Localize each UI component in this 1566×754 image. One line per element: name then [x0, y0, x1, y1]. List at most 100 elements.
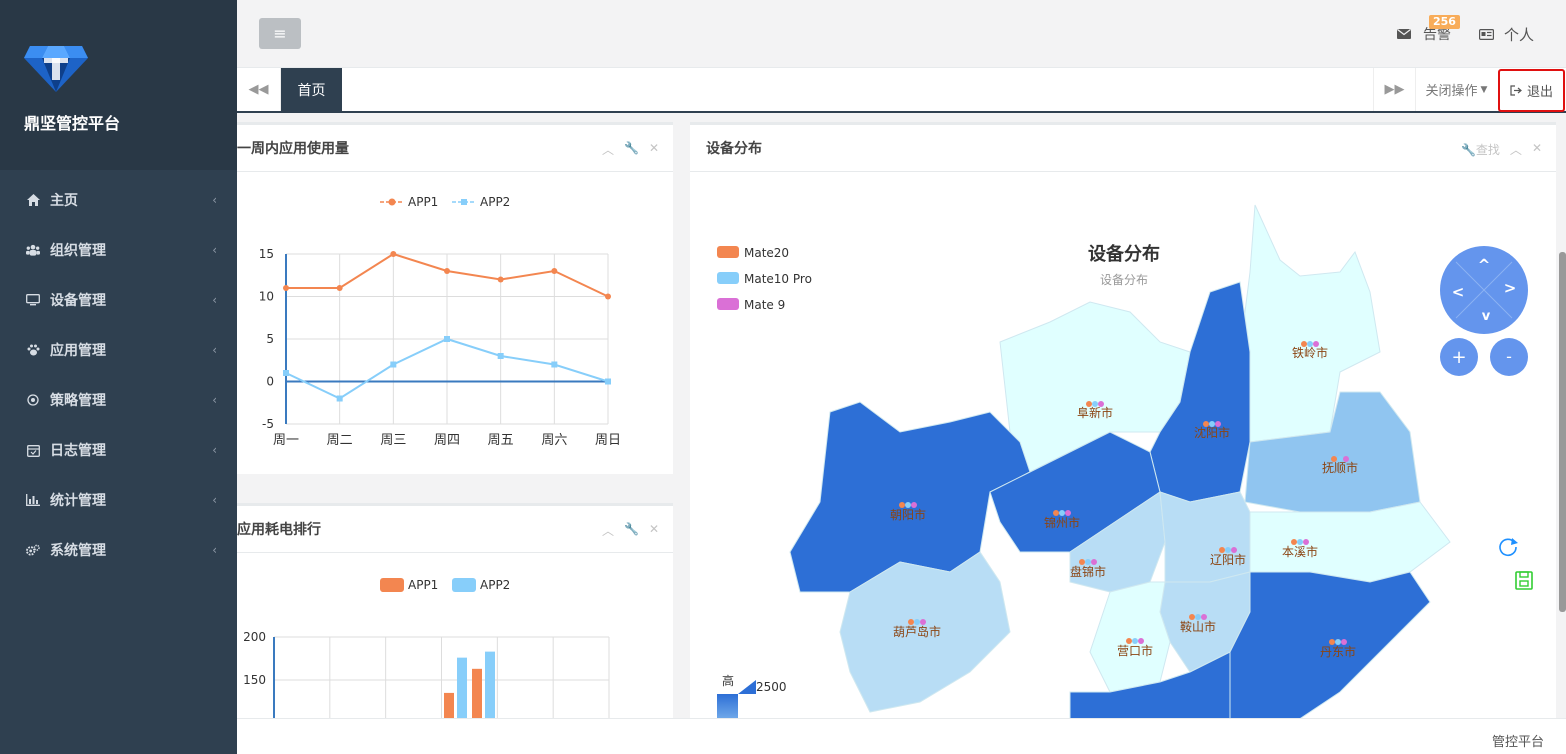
map-dot-Mate10 Pro — [1209, 421, 1215, 427]
data-point-APP2 — [390, 361, 397, 368]
map-dot-Mate10 Pro — [1059, 510, 1065, 516]
legend-label-Mate20: Mate20 — [744, 246, 789, 260]
map-label-panjin: 盘锦市 — [1070, 564, 1106, 579]
map-region-benxi[interactable] — [1249, 501, 1451, 583]
legend-marker-Mate 9 — [717, 298, 739, 310]
collapse-icon[interactable]: ︿ — [602, 141, 614, 158]
tab-scroll-left-button[interactable]: ◀◀ — [237, 68, 281, 111]
sidebar-item-org[interactable]: 组织管理 ‹ — [0, 225, 237, 275]
sidebar-item-log[interactable]: 日志管理 ‹ — [0, 425, 237, 475]
footer: 管控平台 — [237, 718, 1566, 754]
pan-right-icon[interactable]: > — [1504, 279, 1517, 297]
sidebar-item-policy[interactable]: 策略管理 ‹ — [0, 375, 237, 425]
logout-button[interactable]: 退出 — [1498, 69, 1565, 112]
plus-icon: + — [1451, 347, 1466, 368]
map-label-shenyang: 沈阳市 — [1194, 425, 1230, 440]
tab-home[interactable]: 首页 — [281, 68, 342, 111]
logo-icon — [24, 46, 88, 92]
close-icon[interactable]: ✕ — [649, 522, 659, 539]
map-dot-Mate20 — [899, 502, 905, 508]
map-dot-Mate10 Pro — [1297, 539, 1303, 545]
map-label-huludao: 葫芦岛市 — [893, 624, 941, 639]
legend-label-Mate 9: Mate 9 — [744, 298, 785, 312]
x-tick-label: 周二 — [327, 433, 353, 448]
map-dot-Mate 9 — [1065, 510, 1071, 516]
map-dot-Mate20 — [1291, 539, 1297, 545]
gears-icon — [26, 543, 40, 557]
data-point-APP2 — [444, 336, 450, 342]
data-point-APP2 — [283, 370, 289, 376]
chevron-left-icon: ‹ — [212, 243, 217, 257]
legend-label-APP2: APP2 — [480, 195, 510, 209]
device-panel: 设备分布 🔧查找 ︿ ✕ 铁岭市 阜新市 沈阳市 抚顺市 朝阳市 锦州市 盘锦市… — [690, 122, 1556, 733]
wrench-icon: 🔧 — [1460, 143, 1476, 157]
close-icon[interactable]: ✕ — [1532, 141, 1542, 158]
map-dot-Mate10 Pro — [1132, 638, 1138, 644]
legend-label-APP2: APP2 — [480, 578, 510, 592]
map-region-liaoyang[interactable] — [1159, 491, 1251, 583]
close-operations-dropdown[interactable]: 关闭操作 ▼ — [1415, 68, 1497, 111]
profile-button[interactable]: 个人 — [1479, 24, 1534, 45]
data-point-APP1 — [497, 276, 504, 283]
id-card-icon — [1479, 29, 1494, 40]
visual-map-high-label: 高 — [722, 673, 734, 688]
visual-map-handle[interactable] — [738, 680, 756, 694]
sidebar-item-stats[interactable]: 统计管理 ‹ — [0, 475, 237, 525]
logout-label: 退出 — [1526, 85, 1553, 100]
envelope-icon — [1397, 29, 1411, 39]
map-label-jinzhou: 锦州市 — [1044, 515, 1080, 530]
sidebar-item-app[interactable]: 应用管理 ‹ — [0, 325, 237, 375]
device-panel-header: 设备分布 🔧查找 ︿ ✕ — [690, 122, 1556, 172]
sidebar-item-label: 策略管理 — [50, 393, 106, 409]
alarm-count-badge: 256 — [1429, 15, 1460, 29]
target-icon — [26, 393, 40, 407]
map-title: 设备分布 — [1088, 243, 1160, 265]
map-dot-Mate 9 — [1303, 539, 1309, 545]
y-tick-label: 150 — [243, 673, 266, 687]
collapse-icon[interactable]: ︿ — [602, 522, 614, 539]
map-label-yingkou: 营口市 — [1117, 643, 1153, 658]
minus-icon: - — [1506, 347, 1512, 366]
collapse-icon[interactable]: ︿ — [1510, 141, 1522, 158]
home-icon — [26, 193, 40, 207]
menu-toggle-button[interactable]: ≡ — [259, 18, 301, 49]
sidebar-item-label: 统计管理 — [50, 493, 106, 509]
calendar-icon — [26, 443, 40, 457]
map-label-fushun: 抚顺市 — [1322, 460, 1358, 475]
map-dot-Mate10 Pro — [1085, 559, 1091, 565]
search-button[interactable]: 🔧查找 — [1461, 141, 1500, 158]
chevron-left-icon: ‹ — [212, 393, 217, 407]
close-icon[interactable]: ✕ — [649, 141, 659, 158]
tab-scroll-right-button[interactable]: ▶▶ — [1373, 68, 1415, 111]
y-tick-label: -5 — [262, 417, 274, 431]
x-tick-label: 周一 — [273, 433, 299, 448]
map-region-yingkou[interactable] — [1089, 581, 1171, 693]
map-dot-Mate10 Pro — [905, 502, 911, 508]
tabs-bar: ◀◀ 首页 ▶▶ 关闭操作 ▼ 退出 — [237, 68, 1566, 113]
map-dot-Mate 9 — [1091, 559, 1097, 565]
map-dot-Mate20 — [1079, 559, 1085, 565]
power-panel-title: 应用耗电排行 — [237, 522, 321, 538]
backward-icon: ◀◀ — [248, 82, 269, 97]
x-tick-label: 周五 — [488, 433, 514, 448]
map-dot-Mate10 Pro — [1335, 639, 1341, 645]
save-icon[interactable] — [1515, 571, 1533, 590]
wrench-icon[interactable]: 🔧 — [624, 522, 639, 539]
sidebar-item-system[interactable]: 系统管理 ‹ — [0, 525, 237, 575]
pan-left-icon[interactable]: < — [1452, 283, 1465, 301]
y-tick-label: 10 — [259, 290, 274, 304]
vertical-scrollbar[interactable] — [1559, 252, 1566, 612]
wrench-icon[interactable]: 🔧 — [624, 141, 639, 158]
pan-down-icon[interactable]: v — [1482, 309, 1491, 324]
sidebar-item-device[interactable]: 设备管理 ‹ — [0, 275, 237, 325]
legend-marker-APP2 — [461, 199, 467, 205]
monitor-icon — [26, 293, 40, 307]
map-dot-Mate 9 — [1341, 639, 1347, 645]
x-tick-label: 周四 — [434, 433, 460, 448]
map-dot-Mate10 Pro — [1225, 547, 1231, 553]
map-dot-Mate20 — [1203, 421, 1209, 427]
sidebar-item-home[interactable]: 主页 ‹ — [0, 175, 237, 225]
refresh-icon[interactable] — [1499, 538, 1518, 557]
usage-panel-header: 一周内应用使用量 ︿ 🔧 ✕ — [237, 122, 673, 172]
pan-up-icon[interactable]: ^ — [1478, 256, 1491, 274]
